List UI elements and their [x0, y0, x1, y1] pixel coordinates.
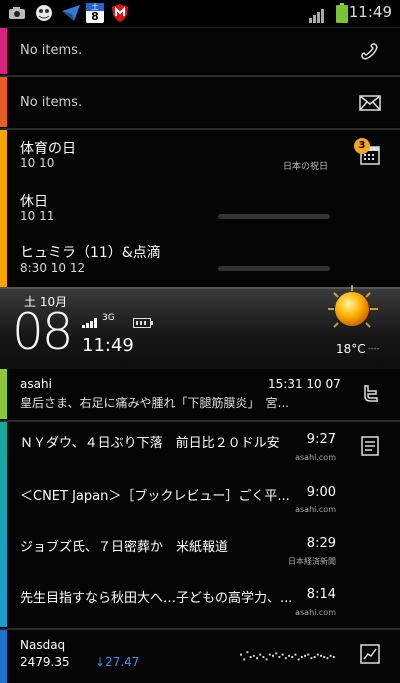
sparkline-point	[323, 656, 326, 658]
tweet-user: asahi	[20, 377, 52, 391]
signal-strength-icon	[308, 3, 326, 23]
stock-name: Nasdaq	[20, 638, 66, 652]
calls-empty-text: No items.	[20, 43, 83, 58]
clock-day: 08	[12, 303, 74, 361]
sparkline-point	[332, 656, 335, 658]
news-time: 8:29	[306, 536, 336, 551]
sparkline-point	[307, 653, 310, 656]
clock-time: 11:49	[82, 335, 134, 356]
sparkline-point	[256, 657, 258, 660]
tweet-text: 皇后さま、右足に痛みや腫れ「下腿筋膜炎」 宮...	[20, 396, 289, 410]
clock-weather-widget[interactable]: 土 10月 08 3G 11:49 18°C ----	[0, 285, 400, 369]
sparkline-point	[300, 656, 303, 658]
event-title: ヒュミラ（11）&点滴	[20, 245, 161, 261]
sparkline-point	[320, 654, 322, 657]
calendar-day-number: 8	[91, 10, 99, 23]
news-title: 先生目指すなら秋田大へ…子どもの高学力、...	[20, 591, 293, 606]
news-title: ＜CNET Japan＞［ブックレビュー］ごく平...	[20, 489, 290, 504]
sparkline-point	[304, 654, 306, 657]
sparkline-point	[278, 656, 281, 658]
event-date: 10 10	[20, 156, 55, 170]
calendar-color-bar	[0, 130, 7, 287]
mail-icon[interactable]	[358, 91, 382, 115]
news-time: 9:27	[306, 432, 336, 447]
sparkline-point	[268, 653, 271, 656]
calendar-day-icon: 土 8	[86, 3, 104, 23]
stock-sparkline	[240, 651, 335, 661]
news-widget[interactable]: ＮＹダウ、４日ぶり下落 前日比２０ドル安 9:27 asahi.com ＜CNE…	[0, 422, 400, 627]
calendar-widget[interactable]: 3 体育の日 10 10 日本の祝日 休日 10 11 ヒュミラ（11）&点滴 …	[0, 130, 400, 287]
event-title: 休日	[20, 194, 48, 210]
news-source: asahi.com	[295, 505, 336, 514]
sparkline-point	[329, 654, 332, 657]
sparkline-point	[297, 658, 300, 661]
sparkline-point	[272, 654, 274, 657]
battery-icon	[336, 3, 348, 23]
sparkline-point	[316, 653, 319, 656]
clock-network-type: 3G	[102, 313, 115, 323]
mcafee-icon	[110, 3, 130, 23]
stock-chart-icon[interactable]	[358, 642, 382, 666]
calendar-badge: 3	[354, 138, 370, 154]
clock-battery-icon	[133, 313, 153, 332]
sparkline-point	[313, 656, 316, 658]
status-time: 11:49	[348, 3, 392, 21]
news-title: ジョブズ氏、７日密葬か 米紙報道	[20, 540, 229, 555]
messages-widget[interactable]: No items.	[0, 77, 400, 127]
status-bar: 土 8 11:49	[0, 0, 400, 28]
sparkline-point	[240, 653, 242, 656]
stock-value: 2479.35	[20, 655, 70, 669]
calls-widget[interactable]: No items.	[0, 28, 400, 74]
phone-icon[interactable]	[358, 39, 382, 63]
sparkline-point	[326, 657, 329, 660]
news-list-icon[interactable]	[358, 434, 382, 458]
twitter-color-bar	[0, 369, 7, 419]
calls-color-bar	[0, 28, 7, 74]
weather-extra: ----	[368, 344, 380, 353]
pet-app-icon	[33, 3, 55, 23]
sun-weather-icon	[322, 285, 382, 337]
sparkline-point	[246, 651, 249, 654]
sparkline-point	[284, 657, 287, 660]
blurred-account-text	[218, 214, 330, 219]
sparkline-point	[288, 654, 290, 657]
sparkline-point	[265, 658, 268, 661]
sparkline-point	[294, 653, 297, 656]
sparkline-point	[252, 654, 255, 657]
messaging-app-icon	[60, 3, 82, 23]
event-title: 体育の日	[20, 141, 76, 157]
tweet-timestamp: 15:31 10 07	[268, 377, 341, 391]
blurred-account-text	[218, 266, 330, 271]
sparkline-point	[259, 653, 262, 656]
twitter-widget[interactable]: asahi 15:31 10 07 皇后さま、右足に痛みや腫れ「下腿筋膜炎」 宮…	[0, 369, 400, 419]
event-date: 8:30 10 12	[20, 261, 86, 275]
event-source: 日本の祝日	[282, 162, 328, 172]
news-time: 8:14	[306, 587, 336, 602]
sparkline-point	[275, 652, 278, 655]
event-date: 10 11	[20, 209, 55, 223]
news-title: ＮＹダウ、４日ぶり下落 前日比２０ドル安	[20, 436, 280, 451]
stock-change: ↓27.47	[95, 655, 140, 669]
news-source: 日本経済新聞	[288, 557, 336, 566]
sparkline-point	[281, 653, 284, 656]
sparkline-point	[262, 656, 265, 658]
stocks-widget[interactable]: Nasdaq 2479.35 ↓27.47	[0, 630, 400, 683]
news-source: asahi.com	[295, 453, 336, 462]
news-time: 9:00	[306, 485, 336, 500]
weather-temperature: 18°C	[336, 342, 366, 356]
messages-color-bar	[0, 77, 7, 127]
news-color-bar	[0, 422, 7, 627]
clock-signal-icon	[82, 313, 98, 332]
stocks-color-bar	[0, 630, 7, 683]
sparkline-point	[291, 656, 294, 658]
twitter-bird-icon[interactable]	[358, 382, 382, 406]
sparkline-point	[310, 657, 313, 660]
messages-empty-text: No items.	[20, 95, 83, 110]
sparkline-point	[243, 658, 246, 661]
camera-icon	[8, 3, 26, 23]
sparkline-point	[249, 656, 252, 658]
news-source: asahi.com	[295, 608, 336, 617]
